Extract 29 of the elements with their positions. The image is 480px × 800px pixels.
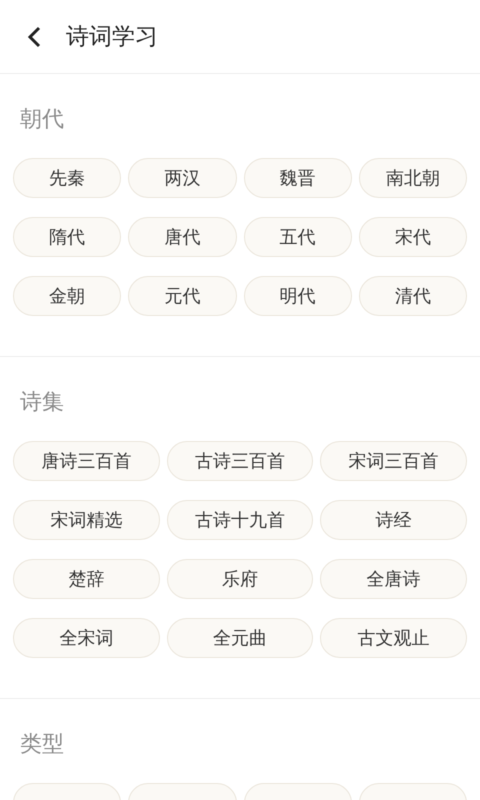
section-title: 诗集 bbox=[20, 389, 65, 417]
tag-chip[interactable]: 五代 bbox=[244, 217, 352, 257]
tag-chip[interactable]: 两汉 bbox=[128, 158, 236, 198]
page-title: 诗词学习 bbox=[66, 23, 158, 52]
tag-chip[interactable]: 隋代 bbox=[13, 217, 122, 257]
tag-chip[interactable]: 古诗三百首 bbox=[166, 441, 314, 481]
tag-chip[interactable]: 金朝 bbox=[13, 276, 122, 316]
tag-chip[interactable]: 明代 bbox=[244, 276, 352, 316]
tag-chip[interactable]: 唐代 bbox=[128, 217, 236, 257]
tag-chip[interactable]: 全元曲 bbox=[166, 618, 314, 658]
tag-chip[interactable]: 古文观止 bbox=[320, 618, 467, 658]
tag-chip[interactable]: 楚辞 bbox=[13, 559, 160, 599]
back-icon bbox=[27, 26, 41, 48]
tag-chip[interactable]: 全唐诗 bbox=[320, 559, 467, 599]
tag-chip[interactable]: 宋词精选 bbox=[13, 500, 160, 540]
tag-chip[interactable]: 古诗十九首 bbox=[166, 500, 314, 540]
section-title: 类型 bbox=[20, 731, 65, 759]
tag-chip[interactable]: 唐诗三百首 bbox=[13, 441, 160, 481]
tag-chip[interactable]: 先秦 bbox=[13, 158, 122, 198]
section-title: 朝代 bbox=[20, 106, 65, 134]
tag-chip[interactable]: 宋代 bbox=[358, 217, 467, 257]
tag-chip[interactable]: 清代 bbox=[358, 276, 467, 316]
tag-chip[interactable]: 南北朝 bbox=[358, 158, 467, 198]
tag-chip[interactable]: 全宋词 bbox=[13, 618, 160, 658]
tag-chip[interactable]: 诗经 bbox=[320, 500, 467, 540]
tag-chip[interactable]: 宋词三百首 bbox=[320, 441, 467, 481]
tag-chip[interactable]: 乐府 bbox=[166, 559, 314, 599]
tag-chip[interactable]: 元代 bbox=[128, 276, 236, 316]
tag-chip[interactable]: 魏晋 bbox=[244, 158, 352, 198]
